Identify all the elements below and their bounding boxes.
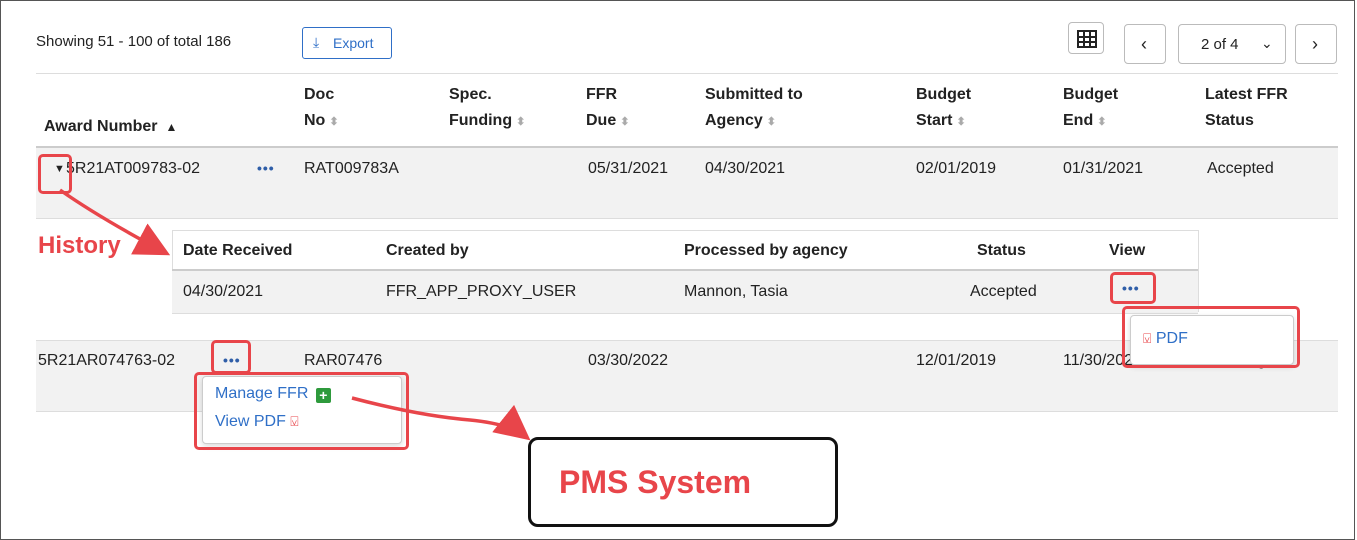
history-arrow <box>58 188 171 256</box>
pms-arrow <box>351 396 531 441</box>
callout-arrows <box>58 188 531 441</box>
